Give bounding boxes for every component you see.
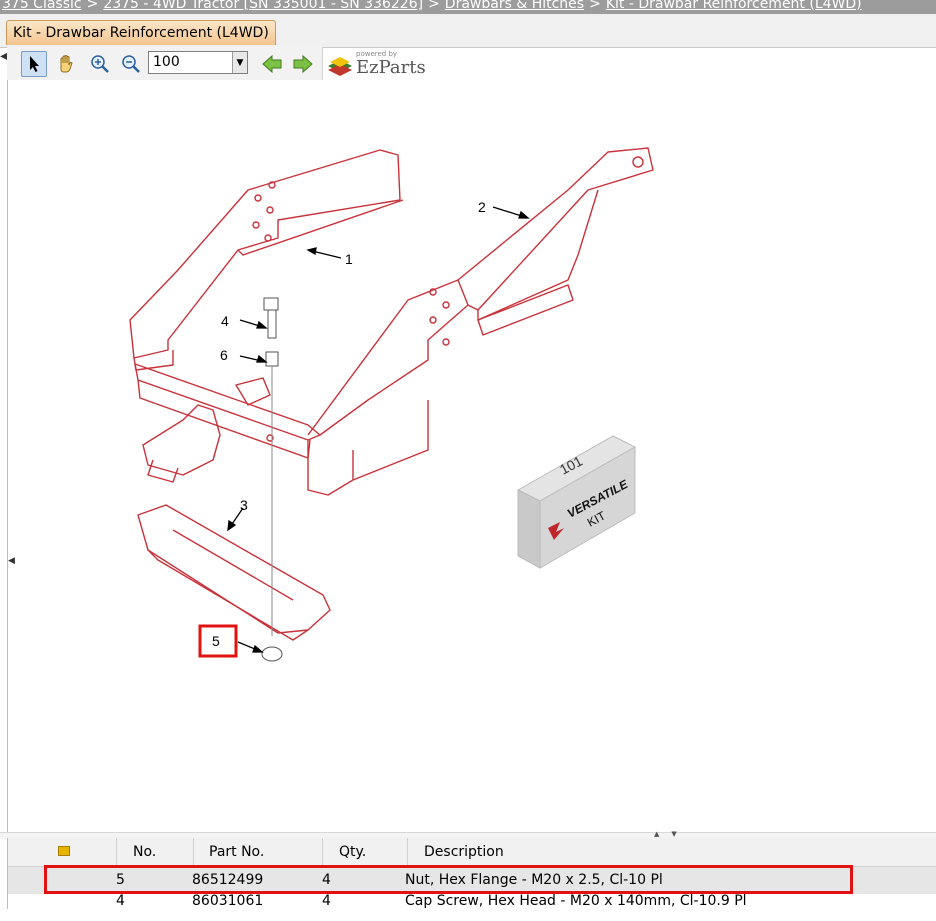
zoom-out-button[interactable] xyxy=(118,51,144,77)
toolbar-scroll-left-icon[interactable]: ◀ xyxy=(0,51,8,75)
breadcrumb-link-section[interactable]: Drawbars & Hitches xyxy=(445,0,584,12)
back-button[interactable] xyxy=(259,51,285,77)
logo-name: EzParts xyxy=(356,57,426,78)
cell-qty: 4 xyxy=(322,893,331,909)
callout-6[interactable]: 6 xyxy=(220,347,228,363)
ezparts-books-icon xyxy=(328,57,352,76)
zoom-in-button[interactable] xyxy=(87,51,113,77)
select-tool-button[interactable] xyxy=(21,51,47,77)
table-header: No. Part No. Qty. Description xyxy=(8,838,936,867)
versatile-kit-box: 101 VERSATILE KIT xyxy=(516,435,637,569)
hitch-outline xyxy=(142,404,221,476)
column-header-icon[interactable] xyxy=(8,838,117,866)
bolt-4-head xyxy=(263,297,279,311)
table-row[interactable]: 4 86031061 4 Cap Screw, Hex Head - M20 x… xyxy=(8,893,936,921)
forward-arrow-icon xyxy=(293,54,313,74)
nut-5 xyxy=(261,646,283,662)
back-arrow-icon xyxy=(262,54,282,74)
tab-drawbar-kit[interactable]: Kit - Drawbar Reinforcement (L4WD) xyxy=(6,20,276,45)
zoom-out-icon xyxy=(122,55,140,73)
zoom-level-select[interactable]: 100 ▼ xyxy=(148,51,248,74)
breadcrumb-link-tractor[interactable]: 2375 - 4WD Tractor [SN 335001 - SN 33622… xyxy=(103,0,423,12)
cell-no: 4 xyxy=(116,893,125,909)
zoom-level-value: 100 xyxy=(153,54,180,70)
column-header-part-no[interactable]: Part No. xyxy=(194,838,323,866)
callout-3[interactable]: 3 xyxy=(240,497,248,513)
forward-button[interactable] xyxy=(290,51,316,77)
callout-1[interactable]: 1 xyxy=(345,251,353,267)
ezparts-logo: powered by EzParts xyxy=(326,50,436,80)
callout-5[interactable]: 5 xyxy=(212,633,220,649)
chevron-down-icon[interactable]: ▼ xyxy=(232,52,247,73)
collapse-left-icon[interactable]: ◀ xyxy=(8,556,15,566)
select-arrow-icon xyxy=(30,56,39,72)
spacer-6 xyxy=(265,351,279,367)
breadcrumb-link-kit[interactable]: Kit - Drawbar Reinforcement (L4WD) xyxy=(606,0,862,12)
breadcrumb-separator: > xyxy=(589,0,601,12)
cart-icon xyxy=(58,846,70,856)
tab-bar: Kit - Drawbar Reinforcement (L4WD) xyxy=(0,14,936,48)
zoom-in-icon xyxy=(91,55,109,73)
column-header-description[interactable]: Description xyxy=(408,838,936,866)
cell-description: Cap Screw, Hex Head - M20 x 140mm, Cl-10… xyxy=(405,893,747,909)
breadcrumb: 375 Classic >2375 - 4WD Tractor [SN 33500… xyxy=(0,0,936,14)
parts-table: No. Part No. Qty. Description 5 86512499… xyxy=(7,838,936,909)
splitter-grip-icon: ▲▼ xyxy=(654,830,689,838)
pan-tool-button[interactable] xyxy=(53,51,79,77)
callout-2[interactable]: 2 xyxy=(478,199,486,215)
breadcrumb-separator: > xyxy=(428,0,440,12)
column-header-no[interactable]: No. xyxy=(117,838,194,866)
cell-part-no: 86031061 xyxy=(192,893,264,909)
breadcrumb-separator: > xyxy=(86,0,99,12)
callout-4[interactable]: 4 xyxy=(221,313,229,329)
exploded-view-drawing: 1 2 3 4 5 6 101 VERSATILE KIT xyxy=(129,147,654,662)
breadcrumb-link-model[interactable]: 375 Classic xyxy=(2,0,82,12)
parts-diagram[interactable]: 1 2 3 4 5 6 101 VERSATILE KIT ◀ xyxy=(7,80,936,832)
column-header-qty[interactable]: Qty. xyxy=(323,838,408,866)
viewer-toolbar: 100 ▼ xyxy=(7,47,323,81)
pan-hand-icon xyxy=(60,54,73,73)
